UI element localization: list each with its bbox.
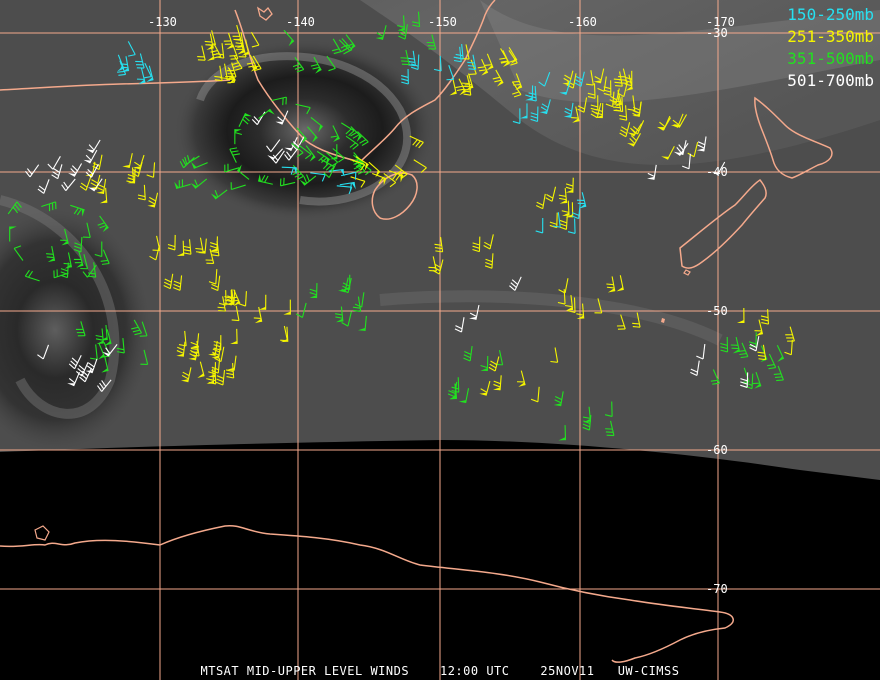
vortex-center-main [175,40,435,220]
coast-antarctica [0,524,734,663]
latitude-label: -50 [706,304,728,318]
latitude-label: -40 [706,165,728,179]
legend-entry-251-350: 251-350mb [787,27,874,46]
longitude-label: -150 [428,15,457,29]
footer-caption: MTSAT MID-UPPER LEVEL WINDS 12:00 UTC 25… [0,664,880,678]
legend-entry-150-250: 150-250mb [787,5,874,24]
footer-time: 12:00 UTC [439,664,510,678]
footer-source: UW-CIMSS [617,664,680,678]
legend-entry-351-500: 351-500mb [787,49,874,68]
coast-antarctica-bay [34,525,50,541]
longitude-label: -140 [286,15,315,29]
legend-entry-501-700: 501-700mb [787,71,874,90]
longitude-label: -130 [148,15,177,29]
satellite-map: -130 -140 -150 -160 -170 -30 -40 -50 -60 -70 150… [0,0,880,680]
latitude-label: -30 [706,26,728,40]
latitude-label: -70 [706,582,728,596]
longitude-label: -160 [568,15,597,29]
footer-product: MTSAT MID-UPPER LEVEL WINDS [200,664,410,678]
map-canvas [0,0,880,680]
footer-date: 25NOV11 [540,664,595,678]
pressure-legend: 150-250mb 251-350mb 351-500mb 501-700mb [787,4,874,92]
latitude-label: -60 [706,443,728,457]
